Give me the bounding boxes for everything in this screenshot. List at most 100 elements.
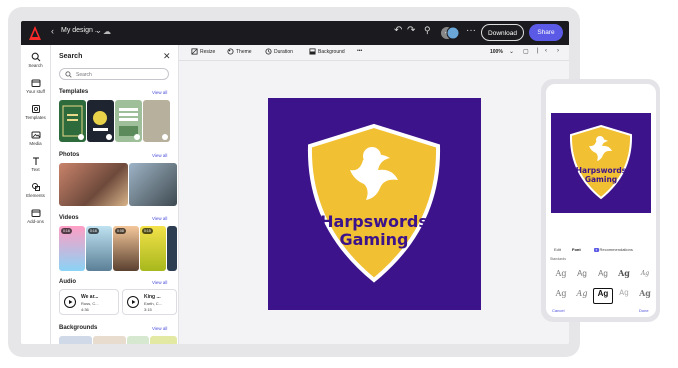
done-button[interactable]: Done — [639, 308, 649, 313]
title-dropdown-icon[interactable]: ⌄ — [95, 26, 102, 35]
search-input[interactable] — [76, 70, 164, 79]
cloud-icon: ☁ — [103, 27, 111, 36]
background-thumbnail[interactable] — [59, 336, 92, 344]
phone-design-preview[interactable]: Harpswords Gaming — [551, 113, 651, 213]
rail-item-text[interactable]: Text — [21, 156, 50, 172]
rail-item-your-stuff[interactable]: Your stuff — [21, 78, 50, 94]
play-circle-icon[interactable] — [127, 296, 139, 308]
rail-label: Templates — [25, 115, 46, 120]
rail-item-add-ons[interactable]: Add-ons — [21, 208, 50, 224]
theme-button[interactable]: Theme — [227, 48, 252, 55]
template-thumbnail[interactable] — [143, 100, 170, 142]
rail-item-templates[interactable]: Templates — [21, 104, 50, 120]
play-triangle — [69, 300, 73, 304]
templates-view-all-link[interactable]: View all — [152, 90, 167, 95]
template-thumbnail[interactable] — [59, 100, 86, 142]
font-option[interactable]: Ag — [552, 269, 570, 283]
zoom-level[interactable]: 100% — [490, 49, 503, 55]
font-sample: Ag — [577, 269, 587, 278]
rail-label: Text — [31, 167, 40, 172]
adobe-express-logo[interactable] — [29, 26, 41, 40]
video-thumbnail[interactable]: 0:16 — [59, 226, 85, 271]
audio-duration: 4:36 — [81, 307, 89, 312]
font-option[interactable]: Ag — [636, 289, 654, 303]
harpswords-logo[interactable]: Harpswords Gaming — [268, 98, 481, 310]
backgrounds-view-all-link[interactable]: View all — [152, 326, 167, 331]
video-thumbnail[interactable] — [167, 226, 177, 271]
tab-edit[interactable]: Edit — [554, 247, 561, 252]
resize-button[interactable]: Resize — [191, 48, 215, 55]
font-option[interactable]: Ag — [615, 269, 633, 283]
next-page-icon[interactable]: › — [557, 48, 559, 54]
audio-title: We ar... — [81, 294, 99, 300]
template-thumbnail[interactable] — [87, 100, 114, 142]
backgrounds-heading: Backgrounds — [59, 325, 98, 331]
cancel-button[interactable]: Cancel — [552, 308, 564, 313]
video-thumbnail[interactable]: 0:16 — [86, 226, 112, 271]
collaborators-avatar[interactable]: + — [441, 25, 459, 41]
download-button[interactable]: Download — [481, 24, 524, 41]
background-label: Background — [318, 48, 345, 55]
search-panel: Search ✕ Templates View all Photos — [51, 45, 179, 344]
share-button[interactable]: Share — [529, 24, 563, 41]
play-icon — [106, 134, 112, 140]
photos-view-all-link[interactable]: View all — [152, 153, 167, 158]
tab-recommendations-label: Recommendations — [599, 247, 633, 252]
design-canvas[interactable]: Harpswords Gaming — [268, 98, 481, 310]
photo-thumbnail[interactable] — [129, 163, 177, 206]
photo-thumbnail[interactable] — [59, 163, 128, 206]
font-option-selected[interactable]: Ag — [593, 288, 613, 304]
background-thumbnail[interactable] — [127, 336, 149, 344]
font-sample: Ag — [576, 289, 588, 298]
font-option[interactable]: Ag — [594, 269, 612, 283]
rail-label: Media — [29, 141, 42, 146]
theme-label: Theme — [236, 48, 252, 55]
video-thumbnail[interactable]: 0:15 — [140, 226, 166, 271]
back-chevron-icon[interactable]: ‹ — [51, 26, 54, 36]
font-sample: Ag — [619, 289, 629, 298]
zoom-dropdown-icon[interactable]: ⌄ — [509, 48, 514, 55]
rail-item-elements[interactable]: Elements — [21, 182, 50, 198]
tab-recommendations[interactable]: ✦ Recommendations — [594, 247, 633, 252]
font-option[interactable]: Ag — [573, 269, 591, 283]
font-section-label: Standards — [550, 257, 566, 261]
video-thumbnail[interactable]: 0:08 — [113, 226, 139, 271]
search-icon — [31, 52, 40, 62]
rail-item-media[interactable]: Media — [21, 130, 50, 146]
play-circle-icon[interactable] — [64, 296, 76, 308]
duration-label: Duration — [274, 48, 293, 55]
videos-view-all-link[interactable]: View all — [152, 216, 167, 221]
previous-page-icon[interactable]: ‹ — [545, 48, 547, 54]
font-sample: Ag — [555, 289, 567, 298]
undo-icon[interactable]: ↶ — [394, 25, 402, 36]
resize-label: Resize — [200, 48, 216, 55]
template-thumbnail[interactable] — [115, 100, 142, 142]
close-icon[interactable]: ✕ — [163, 51, 171, 62]
duration-button[interactable]: Duration — [265, 48, 293, 55]
audio-card[interactable]: We ar... Russ, C... 4:36 — [59, 289, 119, 315]
font-option[interactable]: Ag — [615, 289, 633, 303]
font-option[interactable]: Ag — [573, 289, 591, 303]
play-icon — [134, 134, 140, 140]
pages-icon[interactable]: ▢ — [523, 48, 529, 55]
more-icon[interactable]: ··· — [466, 25, 476, 36]
search-field[interactable] — [59, 68, 169, 80]
comment-icon[interactable]: ⚲ — [424, 25, 431, 36]
background-thumbnail[interactable] — [93, 336, 126, 344]
more-options-icon[interactable]: ••• — [357, 48, 362, 54]
background-button[interactable]: Background — [309, 48, 345, 55]
tab-font[interactable]: Font — [572, 247, 581, 252]
clock-icon — [265, 48, 272, 55]
font-option[interactable]: Ag — [552, 289, 570, 303]
panel-title: Search — [59, 53, 83, 60]
background-thumbnail[interactable] — [150, 336, 177, 344]
font-sample: Ag — [598, 269, 608, 278]
background-icon — [309, 48, 316, 55]
rail-item-search[interactable]: Search — [21, 52, 50, 68]
font-option[interactable]: Ag — [636, 269, 654, 283]
play-icon — [162, 134, 168, 140]
redo-icon[interactable]: ↷ — [407, 25, 415, 36]
video-duration: 0:16 — [88, 228, 99, 234]
audio-view-all-link[interactable]: View all — [152, 280, 167, 285]
audio-card[interactable]: King ... Earth, C... 3:15 — [122, 289, 177, 315]
